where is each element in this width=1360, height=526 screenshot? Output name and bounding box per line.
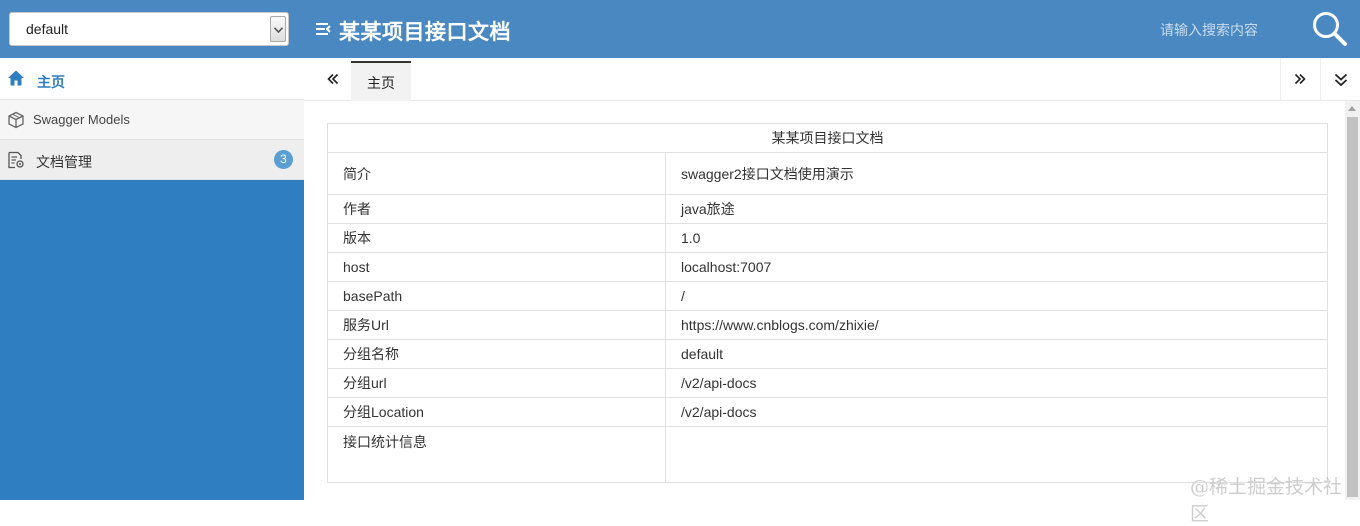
table-row: 简介 swagger2接口文档使用演示 [327,152,1328,195]
main-content: 某某项目接口文档 简介 swagger2接口文档使用演示 作者 java旅途 版… [304,101,1345,500]
scroll-tabs-right-icon[interactable] [1280,58,1320,101]
chevron-down-icon[interactable] [270,16,286,42]
sidebar-item-label: 主页 [37,74,65,90]
sidebar-item-doc-management[interactable]: 文档管理 3 [0,140,304,180]
table-row: 服务Url https://www.cnblogs.com/zhixie/ [327,310,1328,340]
table-row: 接口统计信息 [327,426,1328,483]
doc-info-table: 某某项目接口文档 简介 swagger2接口文档使用演示 作者 java旅途 版… [327,123,1328,483]
sidebar-item-home[interactable]: 主页 [0,58,304,100]
table-row: 分组Location /v2/api-docs [327,397,1328,427]
doc-title: 某某项目接口文档 [327,123,1328,153]
row-value: default [665,339,1328,369]
row-value: swagger2接口文档使用演示 [665,152,1328,195]
search-icon[interactable] [1311,10,1349,48]
content-scrollbar[interactable] [1345,101,1360,500]
watermark: @稀土掘金技术社区 [1190,476,1343,525]
row-key: 分组名称 [327,339,666,369]
table-row: 作者 java旅途 [327,194,1328,224]
scroll-tabs-left-icon[interactable] [314,58,350,101]
count-badge: 3 [274,150,293,169]
row-key: 版本 [327,223,666,253]
group-select[interactable]: default [9,12,289,46]
table-header-row: 某某项目接口文档 [327,123,1328,153]
tabs-bar: 主页 [304,58,1360,101]
row-key: 作者 [327,194,666,224]
row-key: 服务Url [327,310,666,340]
sidebar-item-label: 文档管理 [36,154,92,170]
row-key: 分组url [327,368,666,398]
table-row: 分组名称 default [327,339,1328,369]
row-key: 接口统计信息 [327,426,666,483]
row-key: 简介 [327,152,666,195]
tab-home[interactable]: 主页 [351,61,411,101]
row-value: java旅途 [665,194,1328,224]
row-value: /v2/api-docs [665,368,1328,398]
menu-toggle-icon[interactable] [315,19,335,39]
doc-settings-icon [7,151,25,169]
row-key: host [327,252,666,282]
row-value: 1.0 [665,223,1328,253]
table-row: host localhost:7007 [327,252,1328,282]
row-key: basePath [327,281,666,311]
top-header: default 某某项目接口文档 [0,0,1360,58]
sidebar: 主页 Swagger Models 文档管理 3 [0,58,304,500]
group-select-value: default [26,21,69,37]
tab-options-icon[interactable] [1320,58,1360,101]
row-key: 分组Location [327,397,666,427]
table-row: 分组url /v2/api-docs [327,368,1328,398]
sidebar-item-swagger-models[interactable]: Swagger Models [0,100,304,140]
scrollbar-thumb[interactable] [1347,117,1358,497]
home-icon [7,69,25,87]
row-value: localhost:7007 [665,252,1328,282]
sidebar-item-label: Swagger Models [33,112,130,127]
table-row: 版本 1.0 [327,223,1328,253]
row-value: https://www.cnblogs.com/zhixie/ [665,310,1328,340]
tab-label: 主页 [367,75,395,91]
search-input[interactable] [1160,20,1300,42]
row-value: / [665,281,1328,311]
row-value: /v2/api-docs [665,397,1328,427]
table-row: basePath / [327,281,1328,311]
cube-icon [7,111,25,129]
page-title: 某某项目接口文档 [339,20,511,44]
scroll-up-arrow-icon[interactable] [1348,106,1356,111]
